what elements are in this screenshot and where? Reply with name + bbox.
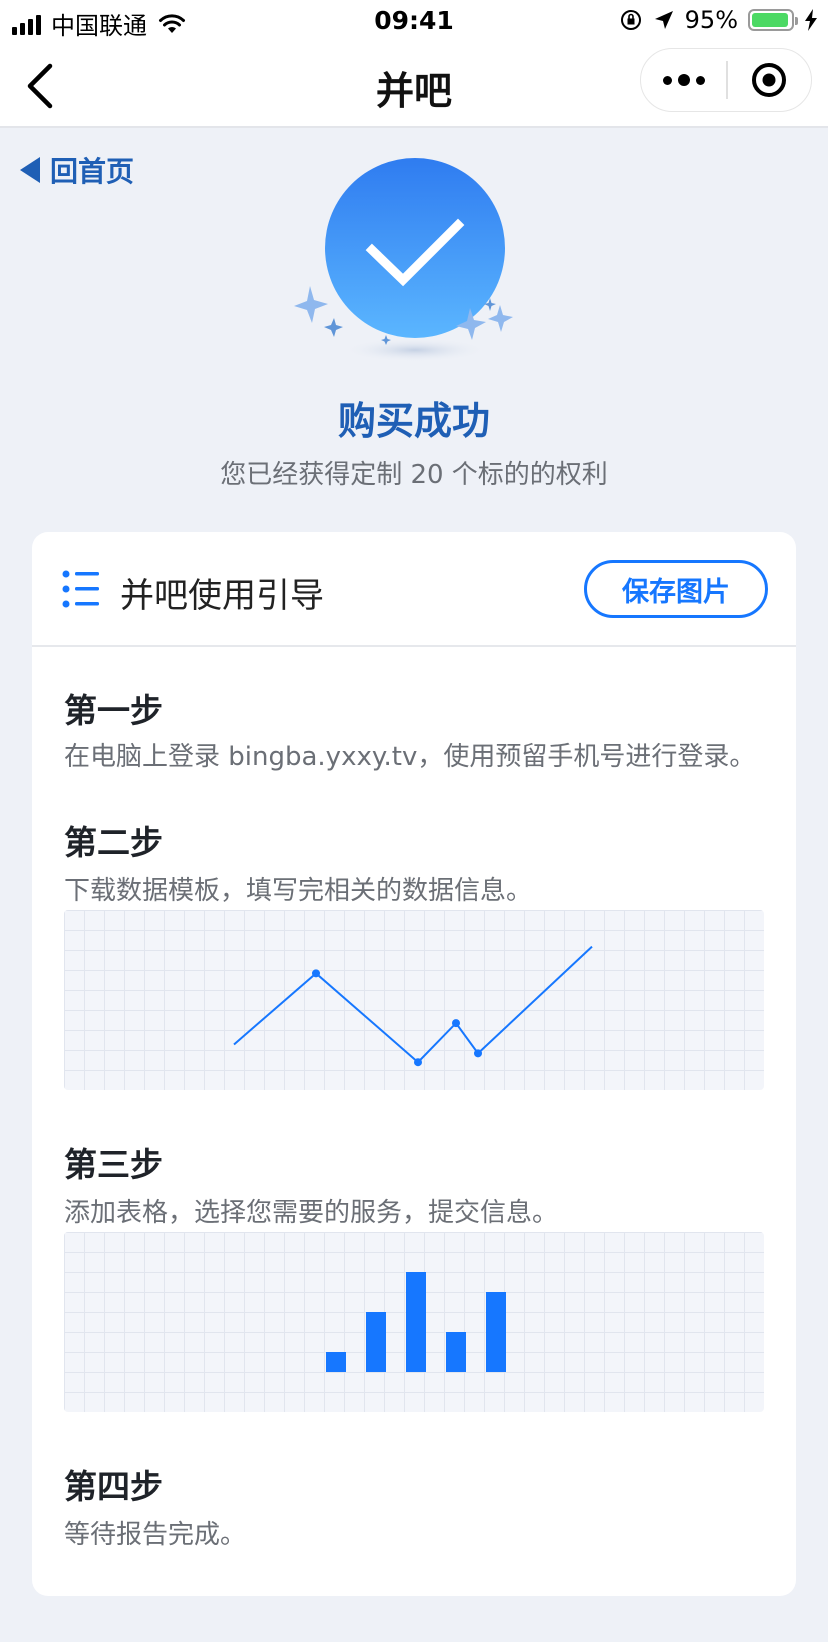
guide-card-header: 并吧使用引导 保存图片: [32, 532, 796, 647]
line-series: [233, 945, 593, 1064]
step-2-title: 第二步: [64, 823, 163, 862]
bar-chart: [64, 1232, 764, 1412]
step-3-desc: 添加表格，选择您需要的服务，提交信息。: [64, 1198, 559, 1228]
bar: [406, 1272, 426, 1372]
step-4-title: 第四步: [64, 1467, 163, 1506]
status-right: 95%: [619, 6, 818, 34]
back-home-label: 回首页: [50, 155, 135, 188]
list-icon: [62, 570, 99, 608]
step-3-title: 第三步: [64, 1145, 163, 1184]
triangle-left-icon: [20, 157, 40, 183]
bar: [486, 1292, 506, 1372]
save-image-button[interactable]: 保存图片: [584, 560, 768, 618]
success-check-icon: [294, 158, 513, 362]
orientation-lock-icon: [620, 10, 641, 30]
line-point: [414, 1058, 422, 1067]
line-point: [452, 1019, 460, 1028]
close-button[interactable]: [728, 49, 811, 111]
line-chart: [64, 910, 764, 1090]
step-1-title: 第一步: [64, 691, 163, 730]
bar: [326, 1352, 346, 1372]
battery-percent: 95%: [684, 6, 738, 34]
line-chart-svg: [233, 945, 593, 1067]
step-4-desc: 等待报告完成。: [64, 1520, 247, 1550]
charging-icon: [805, 9, 817, 31]
status-bar: 中国联通 09:41 95%: [0, 0, 828, 44]
guide-card: 并吧使用引导 保存图片 第一步 在电脑上登录 bingba.yxxy.tv，使用…: [32, 532, 796, 1596]
success-title: 购买成功: [337, 399, 490, 443]
bar-chart-svg: [326, 1272, 506, 1372]
step-2-desc: 下载数据模板，填写完相关的数据信息。: [64, 876, 533, 906]
back-home-link[interactable]: 回首页: [20, 150, 134, 190]
bar: [366, 1312, 386, 1372]
target-icon: [752, 63, 787, 97]
battery-icon: [748, 9, 798, 31]
line-point: [312, 969, 320, 978]
bar: [446, 1332, 466, 1372]
more-button[interactable]: [641, 49, 726, 111]
mini-program-capsule: [640, 48, 812, 112]
location-icon: [654, 11, 673, 29]
success-subtitle: 您已经获得定制 20 个标的的权利: [220, 460, 608, 490]
nav-bar: 并吧: [0, 44, 828, 128]
line-point: [474, 1049, 482, 1058]
step-1-desc: 在电脑上登录 bingba.yxxy.tv，使用预留手机号进行登录。: [64, 742, 756, 772]
guide-title: 并吧使用引导: [120, 576, 324, 616]
